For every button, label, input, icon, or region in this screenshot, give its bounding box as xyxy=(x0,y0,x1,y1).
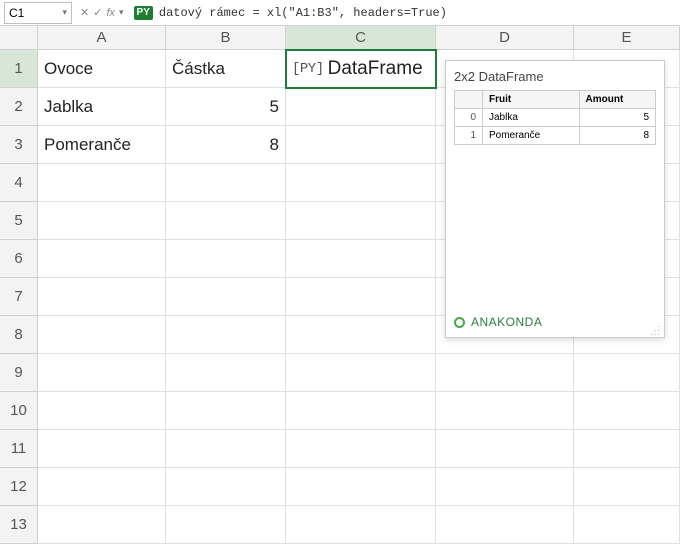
row-header-9[interactable]: 9 xyxy=(0,354,38,392)
df-idx: 0 xyxy=(455,109,483,127)
cell-A13[interactable] xyxy=(38,506,166,544)
fx-dropdown-icon[interactable]: ▾ xyxy=(119,7,124,18)
cell-C5[interactable] xyxy=(286,202,436,240)
cell-B6[interactable] xyxy=(166,240,286,278)
cell-A4[interactable] xyxy=(38,164,166,202)
dataframe-preview-table: Fruit Amount 0 Jablka 5 1 Pomeranče 8 xyxy=(454,90,656,145)
cell-B3[interactable]: 8 xyxy=(166,126,286,164)
name-box[interactable]: C1 ▾ xyxy=(4,2,72,24)
cell-C10[interactable] xyxy=(286,392,436,430)
cell-C7[interactable] xyxy=(286,278,436,316)
df-header-index xyxy=(455,91,483,109)
cell-C3[interactable] xyxy=(286,126,436,164)
cell-D10[interactable] xyxy=(436,392,574,430)
df-idx: 1 xyxy=(455,127,483,145)
cell-D13[interactable] xyxy=(436,506,574,544)
cell-A9[interactable] xyxy=(38,354,166,392)
cell-B2[interactable]: 5 xyxy=(166,88,286,126)
cell-D12[interactable] xyxy=(436,468,574,506)
row-header-3[interactable]: 3 xyxy=(0,126,38,164)
formula-bar: C1 ▾ ✕ ✓ fx ▾ PY datový rámec = xl("A1:B… xyxy=(0,0,680,26)
formula-input[interactable]: datový rámec = xl("A1:B3", headers=True) xyxy=(157,6,680,20)
cell-A8[interactable] xyxy=(38,316,166,354)
df-fruit: Pomeranče xyxy=(483,127,580,145)
row-header-8[interactable]: 8 xyxy=(0,316,38,354)
col-header-C[interactable]: C xyxy=(286,26,436,50)
row-header-1[interactable]: 1 xyxy=(0,50,38,88)
cell-C8[interactable] xyxy=(286,316,436,354)
tooltip-title: 2x2 DataFrame xyxy=(454,69,656,84)
tooltip-footer: ANAKONDA xyxy=(454,315,656,329)
cell-C9[interactable] xyxy=(286,354,436,392)
row-header-6[interactable]: 6 xyxy=(0,240,38,278)
cell-A5[interactable] xyxy=(38,202,166,240)
cell-C2[interactable] xyxy=(286,88,436,126)
df-header-fruit: Fruit xyxy=(483,91,580,109)
cell-B7[interactable] xyxy=(166,278,286,316)
cell-E11[interactable] xyxy=(574,430,680,468)
accept-icon[interactable]: ✓ xyxy=(93,6,102,19)
row-header-11[interactable]: 11 xyxy=(0,430,38,468)
cell-D9[interactable] xyxy=(436,354,574,392)
cell-C4[interactable] xyxy=(286,164,436,202)
cell-C11[interactable] xyxy=(286,430,436,468)
row-header-10[interactable]: 10 xyxy=(0,392,38,430)
row-header-5[interactable]: 5 xyxy=(0,202,38,240)
cell-A11[interactable] xyxy=(38,430,166,468)
cell-B4[interactable] xyxy=(166,164,286,202)
cell-reference: C1 xyxy=(9,6,24,20)
cell-B10[interactable] xyxy=(166,392,286,430)
cell-B13[interactable] xyxy=(166,506,286,544)
anaconda-label: ANAKONDA xyxy=(471,315,542,329)
df-amount: 8 xyxy=(579,127,655,145)
cell-C6[interactable] xyxy=(286,240,436,278)
py-inline-icon: [PY] xyxy=(292,61,324,77)
cell-C1[interactable]: [PY] DataFrame xyxy=(286,50,436,88)
col-header-B[interactable]: B xyxy=(166,26,286,50)
cell-B9[interactable] xyxy=(166,354,286,392)
resize-handle-icon[interactable]: ...... xyxy=(650,322,661,334)
dataframe-tooltip: 2x2 DataFrame Fruit Amount 0 Jablka 5 1 … xyxy=(445,60,665,338)
cell-B11[interactable] xyxy=(166,430,286,468)
python-badge: PY xyxy=(134,6,153,20)
cell-A2[interactable]: Jablka xyxy=(38,88,166,126)
formula-icons: ✕ ✓ fx ▾ xyxy=(76,6,128,19)
df-amount: 5 xyxy=(579,109,655,127)
cell-E12[interactable] xyxy=(574,468,680,506)
select-all-corner[interactable] xyxy=(0,26,38,50)
row-header-12[interactable]: 12 xyxy=(0,468,38,506)
cell-A10[interactable] xyxy=(38,392,166,430)
df-fruit: Jablka xyxy=(483,109,580,127)
table-row: 1 Pomeranče 8 xyxy=(455,127,656,145)
anaconda-icon xyxy=(454,317,465,328)
row-header-4[interactable]: 4 xyxy=(0,164,38,202)
fx-icon[interactable]: fx xyxy=(106,7,115,19)
cell-A7[interactable] xyxy=(38,278,166,316)
cell-C13[interactable] xyxy=(286,506,436,544)
table-row: 0 Jablka 5 xyxy=(455,109,656,127)
cell-C12[interactable] xyxy=(286,468,436,506)
col-header-A[interactable]: A xyxy=(38,26,166,50)
cell-A3[interactable]: Pomeranče xyxy=(38,126,166,164)
cell-A12[interactable] xyxy=(38,468,166,506)
cancel-icon[interactable]: ✕ xyxy=(80,6,89,19)
cell-B5[interactable] xyxy=(166,202,286,240)
row-header-13[interactable]: 13 xyxy=(0,506,38,544)
cell-B8[interactable] xyxy=(166,316,286,354)
cell-E13[interactable] xyxy=(574,506,680,544)
cell-A1[interactable]: Ovoce xyxy=(38,50,166,88)
row-header-7[interactable]: 7 xyxy=(0,278,38,316)
df-header-amount: Amount xyxy=(579,91,655,109)
chevron-down-icon[interactable]: ▾ xyxy=(62,7,67,18)
cell-A6[interactable] xyxy=(38,240,166,278)
row-header-2[interactable]: 2 xyxy=(0,88,38,126)
cell-B1[interactable]: Částka xyxy=(166,50,286,88)
col-header-D[interactable]: D xyxy=(436,26,574,50)
col-header-E[interactable]: E xyxy=(574,26,680,50)
cell-E9[interactable] xyxy=(574,354,680,392)
cell-D11[interactable] xyxy=(436,430,574,468)
cell-E10[interactable] xyxy=(574,392,680,430)
dataframe-label: DataFrame xyxy=(328,58,423,80)
cell-B12[interactable] xyxy=(166,468,286,506)
